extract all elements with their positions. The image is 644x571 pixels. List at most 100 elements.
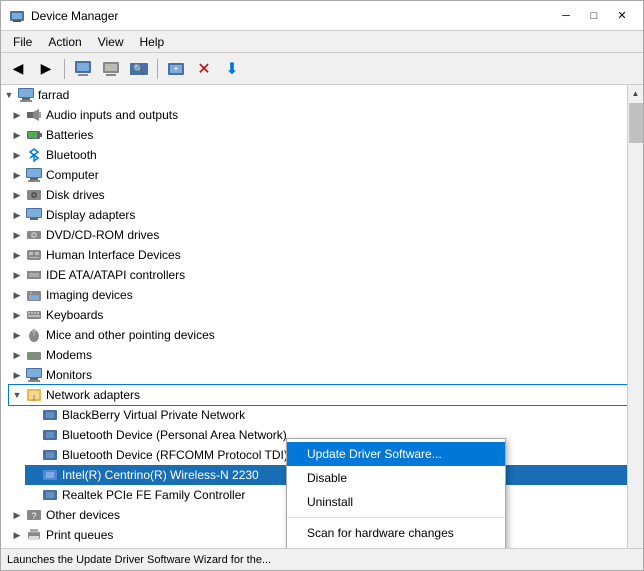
back-button[interactable]: ◀ xyxy=(5,56,31,82)
window-icon xyxy=(9,8,25,24)
window-title: Device Manager xyxy=(31,9,118,23)
tree-item-display[interactable]: ▶ Display adapters xyxy=(9,205,627,225)
scan-button[interactable]: 🔍 xyxy=(126,56,152,82)
context-menu: Update Driver Software... Disable Uninst… xyxy=(286,438,506,548)
download-button[interactable]: ⬇ xyxy=(219,56,245,82)
scroll-thumb[interactable] xyxy=(629,103,643,143)
tree-item-modems[interactable]: ▶ Modems xyxy=(9,345,627,365)
imaging-expand[interactable]: ▶ xyxy=(9,287,25,303)
status-bar: Launches the Update Driver Software Wiza… xyxy=(1,548,643,570)
btcom-expand xyxy=(25,447,41,463)
display-expand[interactable]: ▶ xyxy=(9,207,25,223)
disk-expand[interactable]: ▶ xyxy=(9,187,25,203)
disk-icon xyxy=(25,187,43,203)
vertical-scrollbar[interactable]: ▲ xyxy=(627,85,643,548)
network-label: Network adapters xyxy=(46,388,140,402)
hid-expand[interactable]: ▶ xyxy=(9,247,25,263)
batteries-expand[interactable]: ▶ xyxy=(9,127,25,143)
btcom-label: Bluetooth Device (RFCOMM Protocol TDI) xyxy=(62,448,288,462)
toolbar: ◀ ▶ ? 🔍 xyxy=(1,53,643,85)
display-label: Display adapters xyxy=(46,208,135,222)
menu-action[interactable]: Action xyxy=(40,33,89,51)
device-tree[interactable]: ▼ farrad ▶ Audio inputs and outpu xyxy=(1,85,627,548)
bluetooth-expand[interactable]: ▶ xyxy=(9,147,25,163)
tree-item-computer[interactable]: ▶ Computer xyxy=(9,165,627,185)
computer-expand[interactable]: ▶ xyxy=(9,167,25,183)
toolbar-separator-2 xyxy=(157,59,158,79)
scroll-up-button[interactable]: ▲ xyxy=(628,85,644,101)
monitors-expand[interactable]: ▶ xyxy=(9,367,25,383)
tree-item-bluetooth[interactable]: ▶ Bluetooth xyxy=(9,145,627,165)
ctx-separator xyxy=(287,517,505,518)
intel-label: Intel(R) Centrino(R) Wireless-N 2230 xyxy=(62,468,259,482)
imaging-icon xyxy=(25,287,43,303)
ctx-update-driver[interactable]: Update Driver Software... xyxy=(287,442,505,466)
properties-button[interactable] xyxy=(70,56,96,82)
menu-file[interactable]: File xyxy=(5,33,40,51)
forward-button[interactable]: ▶ xyxy=(33,56,59,82)
status-text: Launches the Update Driver Software Wiza… xyxy=(7,554,271,566)
keyboards-label: Keyboards xyxy=(46,308,103,322)
ctx-disable[interactable]: Disable xyxy=(287,466,505,490)
ide-expand[interactable]: ▶ xyxy=(9,267,25,283)
title-bar: Device Manager ─ □ ✕ xyxy=(1,1,643,31)
tree-item-batteries[interactable]: ▶ Batteries xyxy=(9,125,627,145)
add-legacy-button[interactable]: + xyxy=(163,56,189,82)
keyboards-icon xyxy=(25,307,43,323)
ide-label: IDE ATA/ATAPI controllers xyxy=(46,268,185,282)
realtek-icon xyxy=(41,487,59,503)
tree-item-audio[interactable]: ▶ Audio inputs and outputs xyxy=(9,105,627,125)
network-expand[interactable]: ▼ xyxy=(9,387,25,403)
other-icon: ? xyxy=(25,507,43,523)
dvd-expand[interactable]: ▶ xyxy=(9,227,25,243)
ctx-uninstall-label: Uninstall xyxy=(307,495,353,509)
ctx-scan[interactable]: Scan for hardware changes xyxy=(287,521,505,545)
btpan-expand xyxy=(25,427,41,443)
modems-expand[interactable]: ▶ xyxy=(9,347,25,363)
tree-item-disk[interactable]: ▶ Disk drives xyxy=(9,185,627,205)
print-label: Print queues xyxy=(46,528,113,542)
tree-item-mice[interactable]: ▶ Mice and other pointing devices xyxy=(9,325,627,345)
disk-label: Disk drives xyxy=(46,188,105,202)
tree-item-imaging[interactable]: ▶ Imaging devices xyxy=(9,285,627,305)
audio-label: Audio inputs and outputs xyxy=(46,108,178,122)
intel-icon xyxy=(41,467,59,483)
tree-item-keyboards[interactable]: ▶ Keyboards xyxy=(9,305,627,325)
btpan-label: Bluetooth Device (Personal Area Network) xyxy=(62,428,287,442)
tree-item-ide[interactable]: ▶ IDE ATA/ATAPI controllers xyxy=(9,265,627,285)
ctx-uninstall[interactable]: Uninstall xyxy=(287,490,505,514)
imaging-label: Imaging devices xyxy=(46,288,133,302)
monitors-icon xyxy=(25,367,43,383)
maximize-button[interactable]: □ xyxy=(581,6,607,26)
other-label: Other devices xyxy=(46,508,120,522)
processors-expand[interactable]: ▶ xyxy=(9,547,25,548)
network-icon xyxy=(25,387,43,403)
modems-label: Modems xyxy=(46,348,92,362)
print-expand[interactable]: ▶ xyxy=(9,527,25,543)
other-expand[interactable]: ▶ xyxy=(9,507,25,523)
close-button[interactable]: ✕ xyxy=(609,6,635,26)
tree-item-dvd[interactable]: ▶ DVD/CD-ROM drives xyxy=(9,225,627,245)
tree-item-hid[interactable]: ▶ Human Interface Devices xyxy=(9,245,627,265)
keyboards-expand[interactable]: ▶ xyxy=(9,307,25,323)
menu-bar: File Action View Help xyxy=(1,31,643,53)
tree-item-blackberry[interactable]: BlackBerry Virtual Private Network xyxy=(25,405,627,425)
ctx-scan-label: Scan for hardware changes xyxy=(307,526,454,540)
device-manager-window: Device Manager ─ □ ✕ File Action View He… xyxy=(0,0,644,571)
ctx-disable-label: Disable xyxy=(307,471,347,485)
uninstall-button[interactable]: ✕ xyxy=(191,56,217,82)
svg-text:?: ? xyxy=(31,511,36,521)
ide-icon xyxy=(25,267,43,283)
tree-item-network[interactable]: ▼ Network adapters xyxy=(9,385,627,405)
tree-root[interactable]: ▼ farrad xyxy=(1,85,627,105)
blackberry-label: BlackBerry Virtual Private Network xyxy=(62,408,245,422)
tree-item-monitors[interactable]: ▶ Monitors xyxy=(9,365,627,385)
mice-expand[interactable]: ▶ xyxy=(9,327,25,343)
computer-icon xyxy=(17,87,35,103)
menu-help[interactable]: Help xyxy=(132,33,173,51)
audio-expand[interactable]: ▶ xyxy=(9,107,25,123)
menu-view[interactable]: View xyxy=(90,33,132,51)
update-driver-button[interactable]: ? xyxy=(98,56,124,82)
minimize-button[interactable]: ─ xyxy=(553,6,579,26)
root-expand[interactable]: ▼ xyxy=(1,87,17,103)
